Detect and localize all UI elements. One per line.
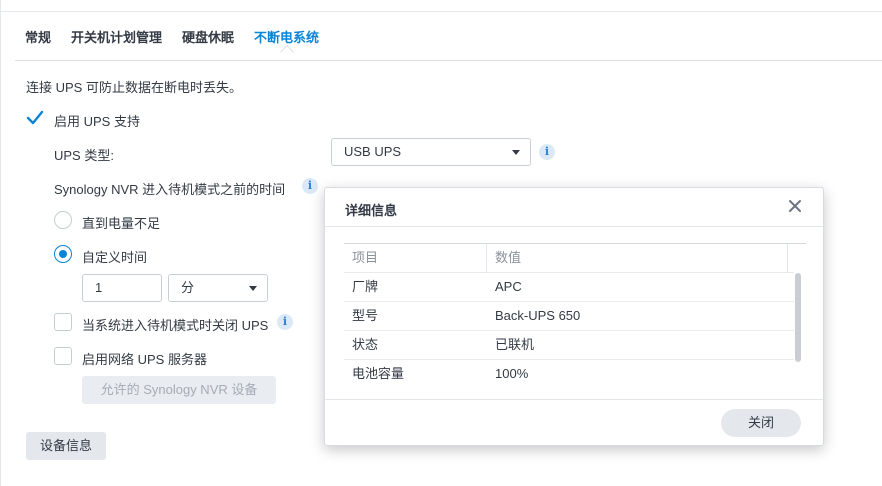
row-value: Back-UPS 650: [495, 308, 581, 323]
column-divider: [787, 244, 788, 273]
chevron-down-icon: [249, 286, 257, 291]
tab-power-schedule[interactable]: 开关机计划管理: [61, 24, 172, 52]
tab-general[interactable]: 常规: [15, 24, 61, 52]
network-ups-checkbox[interactable]: [54, 347, 72, 365]
close-icon[interactable]: [787, 198, 803, 214]
column-divider: [486, 244, 487, 273]
shutdown-ups-label: 当系统进入待机模式时关闭 UPS: [82, 318, 269, 333]
dialog-header-divider: [325, 226, 823, 227]
column-header-item[interactable]: 项目: [352, 244, 378, 272]
details-grid: 项目 数值 厂牌 APC 型号 Back-UPS 650 状态 已联机 电池容量…: [344, 243, 806, 386]
close-button[interactable]: 关闭: [721, 409, 801, 437]
device-info-button[interactable]: 设备信息: [26, 432, 106, 460]
row-item: 厂牌: [352, 279, 379, 294]
row-item: 电池容量: [352, 366, 405, 381]
row-value: APC: [495, 279, 522, 294]
chevron-down-icon: [512, 150, 520, 155]
info-icon[interactable]: i: [302, 178, 318, 194]
table-row[interactable]: 状态 已联机: [344, 331, 794, 360]
ups-type-value: USB UPS: [344, 144, 402, 159]
table-row[interactable]: 厂牌 APC: [344, 273, 794, 302]
table-row[interactable]: 电池容量 100%: [344, 360, 794, 386]
custom-time-value: 1: [95, 280, 103, 295]
dialog-title: 详细信息: [345, 203, 398, 218]
enable-ups-label: 启用 UPS 支持: [54, 114, 140, 129]
dialog-footer-divider: [325, 399, 823, 400]
tab-divider: [15, 60, 882, 61]
custom-time-label: 自定义时间: [82, 250, 148, 265]
ups-type-label: UPS 类型:: [54, 148, 114, 163]
details-dialog: 详细信息 项目 数值 厂牌 APC 型号 Back-UPS 650 状态 已联机…: [324, 187, 824, 446]
custom-time-radio[interactable]: [54, 245, 72, 263]
grid-header-row: 项目 数值: [344, 244, 794, 273]
row-item: 状态: [352, 337, 379, 352]
standby-time-label: Synology NVR 进入待机模式之前的时间: [54, 182, 286, 197]
ups-type-select[interactable]: USB UPS: [331, 138, 531, 166]
info-icon[interactable]: i: [277, 314, 293, 330]
info-icon[interactable]: i: [539, 144, 555, 160]
ups-description: 连接 UPS 可防止数据在断电时丢失。: [26, 80, 242, 95]
row-value: 已联机: [495, 337, 535, 352]
row-value: 100%: [495, 366, 529, 381]
row-item: 型号: [352, 308, 379, 323]
network-ups-label: 启用网络 UPS 服务器: [82, 352, 207, 367]
allowed-devices-button[interactable]: 允许的 Synology NVR 设备: [82, 376, 276, 404]
low-battery-radio[interactable]: [54, 211, 72, 229]
checkmark-icon: [26, 110, 44, 125]
time-unit-value: 分: [181, 280, 195, 295]
low-battery-label: 直到电量不足: [82, 216, 161, 231]
tab-bar: 常规 开关机计划管理 硬盘休眠 不断电系统: [15, 24, 329, 60]
time-unit-select[interactable]: 分: [168, 274, 268, 302]
grid-scrollbar[interactable]: [795, 273, 801, 362]
table-row[interactable]: 型号 Back-UPS 650: [344, 302, 794, 331]
custom-time-input[interactable]: 1: [82, 274, 162, 302]
shutdown-ups-checkbox[interactable]: [54, 313, 72, 331]
top-divider: [1, 11, 882, 12]
enable-ups-checkbox[interactable]: [26, 109, 44, 127]
tab-ups[interactable]: 不断电系统: [244, 24, 329, 60]
tab-hdd-hibernation[interactable]: 硬盘休眠: [172, 24, 244, 52]
column-header-value[interactable]: 数值: [495, 244, 521, 272]
